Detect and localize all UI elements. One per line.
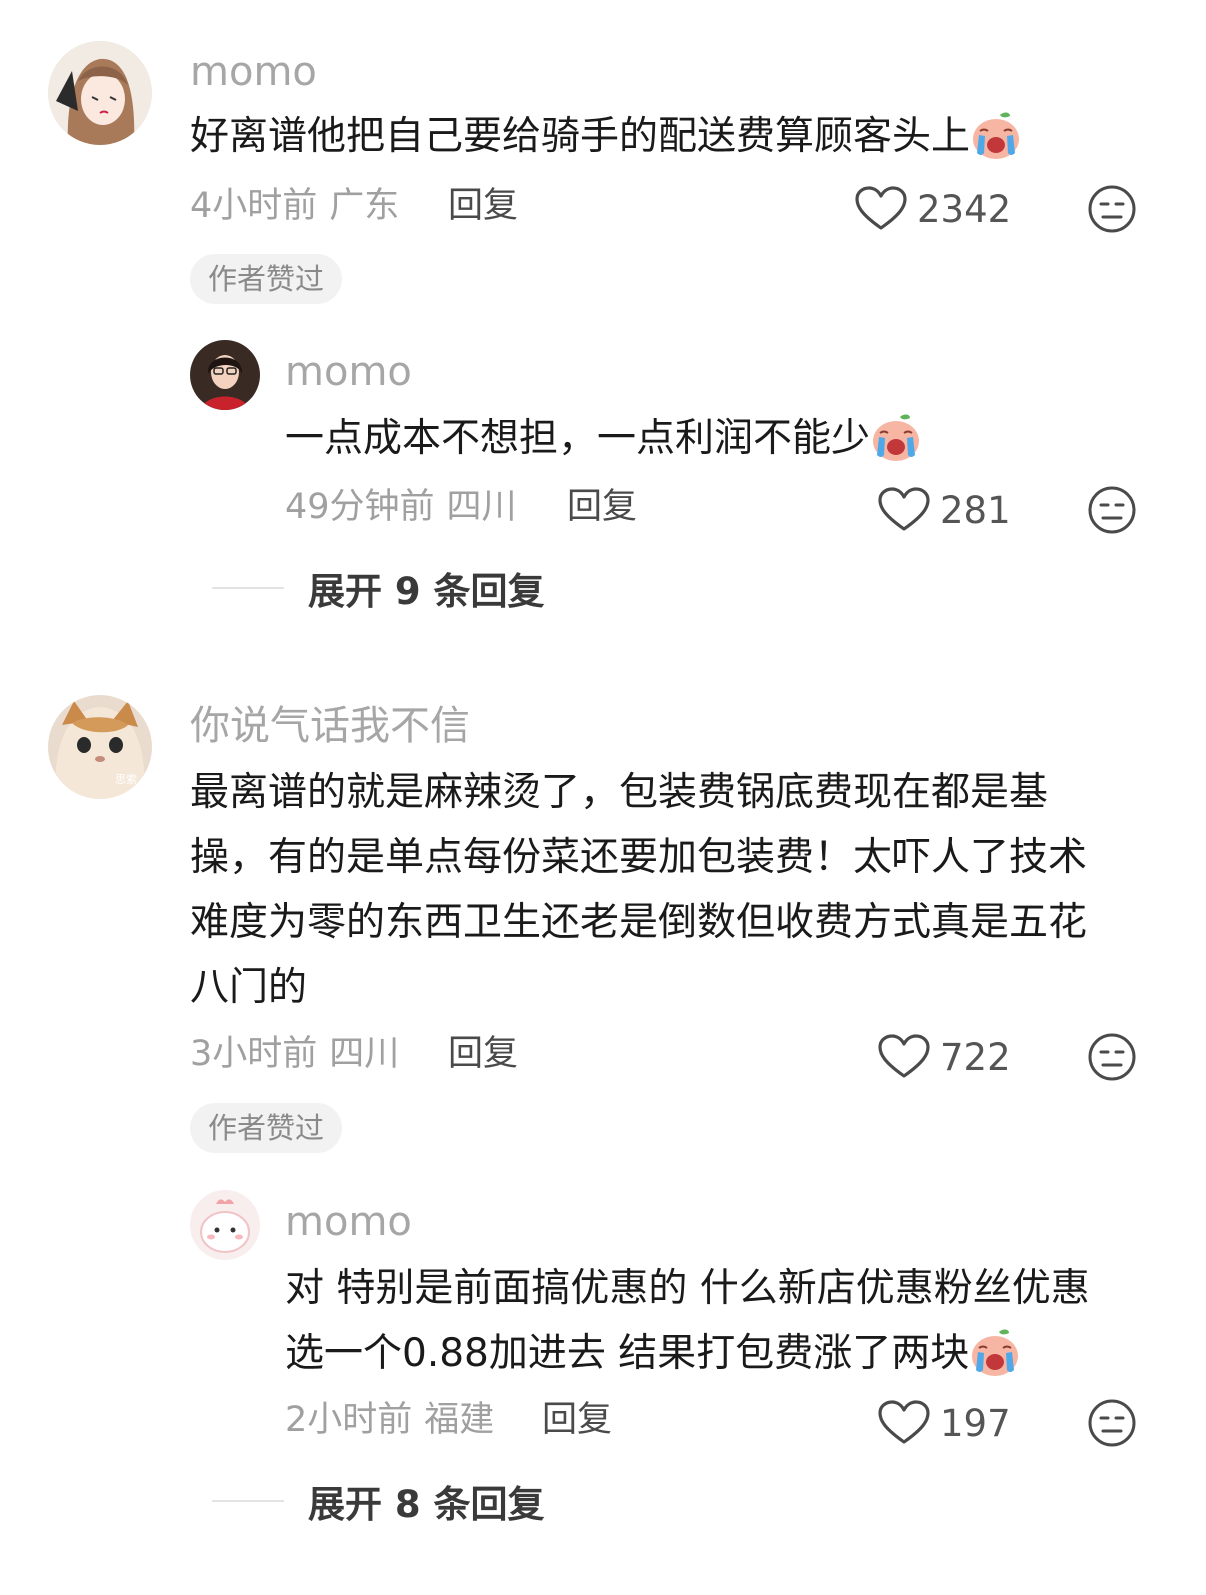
comment-meta: 3小时前 四川 <box>190 1037 399 1072</box>
reply-meta: 49分钟前 四川 <box>285 490 517 525</box>
heart-icon <box>878 1400 930 1446</box>
heart-icon <box>855 186 907 232</box>
timestamp: 4小时前 <box>190 186 318 226</box>
reply-button[interactable]: 回复 <box>448 1037 518 1072</box>
like-button[interactable]: 197 <box>878 1398 1011 1448</box>
reply-text-line: 对 特别是前面搞优惠的 什么新店优惠粉丝优惠 <box>285 1266 1090 1311</box>
reply-meta: 2小时前 福建 <box>285 1403 494 1438</box>
crying-emoji-icon <box>970 109 1022 161</box>
divider <box>212 587 284 589</box>
comment-text-line: 最离谱的就是麻辣烫了，包装费锅底费现在都是基 <box>190 770 1049 815</box>
username[interactable]: momo <box>285 352 412 392</box>
heart-icon <box>878 1034 930 1080</box>
author-liked-badge: 作者赞过 <box>190 1103 343 1153</box>
location: 广东 <box>329 186 400 226</box>
dislike-button[interactable] <box>1087 1398 1137 1448</box>
reply-text: 一点成本不想担，一点利润不能少 <box>285 406 1165 471</box>
like-count: 197 <box>940 1401 1011 1445</box>
svg-text:思索: 思索 <box>115 772 137 786</box>
dislike-button[interactable] <box>1087 485 1137 535</box>
reply-button[interactable]: 回复 <box>567 490 637 525</box>
heart-icon <box>878 487 930 533</box>
dislike-button[interactable] <box>1087 1032 1137 1082</box>
location: 四川 <box>446 487 517 527</box>
comment-text-line: 八门的 <box>190 965 308 1010</box>
avatar[interactable] <box>190 1190 260 1260</box>
location: 福建 <box>424 1400 495 1440</box>
divider <box>212 1500 284 1502</box>
reply-text: 对 特别是前面搞优惠的 什么新店优惠粉丝优惠 选一个0.88加进去 结果打包费涨… <box>285 1256 1165 1386</box>
like-button[interactable]: 281 <box>878 485 1011 535</box>
comment-text-line: 难度为零的东西卫生还老是倒数但收费方式真是五花 <box>190 900 1088 945</box>
reply-button[interactable]: 回复 <box>448 189 518 224</box>
crying-emoji-icon <box>870 411 922 463</box>
neutral-face-icon <box>1087 1032 1137 1082</box>
comment-text-line: 操，有的是单点每份菜还要加包装费！太吓人了技术 <box>190 835 1088 880</box>
location: 四川 <box>329 1034 400 1074</box>
like-count: 2342 <box>917 187 1012 231</box>
comment-text: 好离谱他把自己要给骑手的配送费算顾客头上 <box>190 104 1150 169</box>
expand-replies-label: 展开 9 条回复 <box>308 570 545 613</box>
comment-meta: 4小时前 广东 <box>190 189 399 224</box>
neutral-face-icon <box>1087 1398 1137 1448</box>
like-button[interactable]: 2342 <box>855 184 1011 234</box>
avatar[interactable] <box>190 340 260 410</box>
crying-emoji-icon <box>969 1326 1021 1378</box>
neutral-face-icon <box>1087 485 1137 535</box>
username[interactable]: momo <box>190 52 317 92</box>
reply-button[interactable]: 回复 <box>542 1403 612 1438</box>
expand-replies[interactable]: 展开 9 条回复 <box>212 566 545 613</box>
timestamp: 2小时前 <box>285 1400 413 1440</box>
comment-text: 最离谱的就是麻辣烫了，包装费锅底费现在都是基 操，有的是单点每份菜还要加包装费！… <box>190 760 1170 1020</box>
timestamp: 49分钟前 <box>285 487 435 527</box>
comment-page: momo 好离谱他把自己要给骑手的配送费算顾客头上 4小时前 广东 回复 2342… <box>0 0 1206 1595</box>
reply-text-line: 选一个0.88加进去 结果打包费涨了两块 <box>285 1321 1165 1386</box>
like-count: 722 <box>940 1035 1011 1079</box>
like-count: 281 <box>940 488 1011 532</box>
author-liked-badge: 作者赞过 <box>190 254 343 304</box>
like-button[interactable]: 722 <box>878 1032 1011 1082</box>
timestamp: 3小时前 <box>190 1034 318 1074</box>
username[interactable]: momo <box>285 1202 412 1242</box>
neutral-face-icon <box>1087 184 1137 234</box>
avatar[interactable]: 思索 <box>48 695 152 799</box>
expand-replies-label: 展开 8 条回复 <box>308 1483 545 1526</box>
expand-replies[interactable]: 展开 8 条回复 <box>212 1479 545 1526</box>
avatar[interactable] <box>48 41 152 145</box>
dislike-button[interactable] <box>1087 184 1137 234</box>
username[interactable]: 你说气话我不信 <box>190 706 470 746</box>
